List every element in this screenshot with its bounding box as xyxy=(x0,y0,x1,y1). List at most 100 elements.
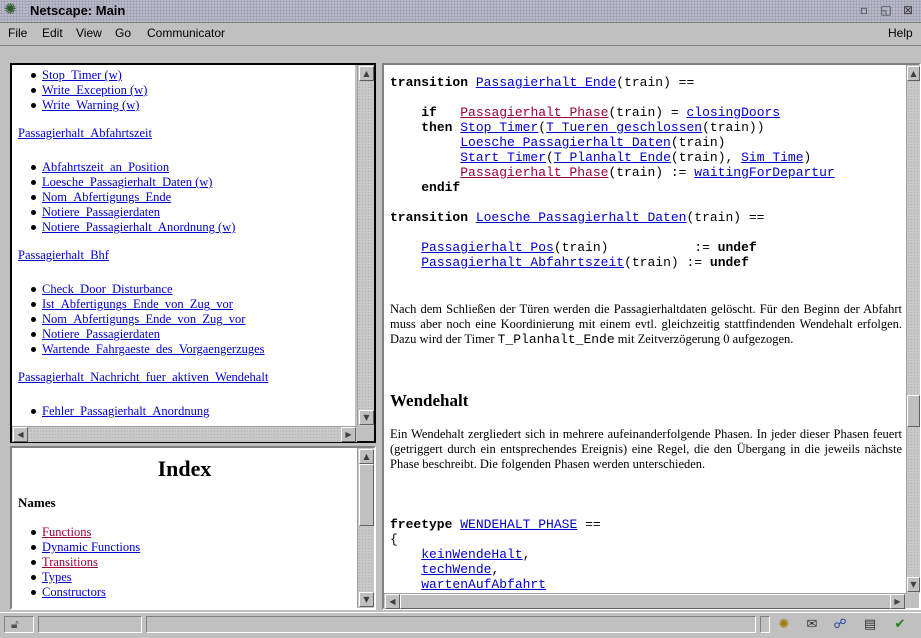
menu-file[interactable]: File xyxy=(8,26,27,40)
toc-link[interactable]: Notiere_Passagierdaten xyxy=(42,327,160,341)
inline-code: T_Planhalt_Ende xyxy=(497,332,615,347)
maximize-icon[interactable]: ◱ xyxy=(879,3,893,17)
list-item: Nom_Abfertigungs_Ende_von_Zug_vor xyxy=(31,312,355,327)
discussion-icon[interactable]: ☍ xyxy=(831,617,849,633)
code-link[interactable]: waitingForDepartur xyxy=(694,165,834,180)
freetype-name-link[interactable]: WENDEHALT_PHASE xyxy=(460,517,577,532)
scroll-thumb[interactable] xyxy=(907,395,920,427)
keyword: undef xyxy=(717,240,757,255)
list-item: Notiere_Passagierhalt_Anordnung (w) xyxy=(31,220,355,235)
index-vertical-scrollbar[interactable]: ▲ ▼ xyxy=(357,448,374,608)
list-item: Notiere_Passagierdaten xyxy=(31,327,355,342)
scroll-right-icon[interactable]: ▶ xyxy=(341,427,356,442)
code-link[interactable]: techWende xyxy=(421,562,491,577)
toc-link[interactable]: Check_Door_Disturbance xyxy=(42,282,173,296)
index-link-functions[interactable]: Functions xyxy=(42,525,91,539)
toc-link[interactable]: Notiere_Passagierhalt_Anordnung (w) xyxy=(42,220,235,234)
toc-link[interactable]: Nom_Abfertigungs_Ende_von_Zug_vor xyxy=(42,312,245,326)
toc-link[interactable]: Write_Exception (w) xyxy=(42,83,147,97)
toc-link[interactable]: Write_Warning (w) xyxy=(42,98,139,112)
freetype-wendehalt-phase: freetype WENDEHALT_PHASE == { keinWendeH… xyxy=(390,517,601,592)
paragraph-door-closing: Nach dem Schließen der Türen werden die … xyxy=(390,302,902,347)
scroll-up-icon[interactable]: ▲ xyxy=(907,66,920,81)
index-link-dynamic-functions[interactable]: Dynamic Functions xyxy=(42,540,140,554)
toc-link[interactable]: Fehler_Passagierhalt_Anordnung xyxy=(42,404,209,418)
title-bar[interactable]: ✺ Netscape: Main ▫ ◱ ⊠ xyxy=(0,0,921,23)
close-icon[interactable]: ⊠ xyxy=(901,3,915,17)
security-cell[interactable]: 🔓︎ xyxy=(4,616,34,633)
composer-icon[interactable]: ▤ xyxy=(861,617,879,633)
main-horizontal-scrollbar[interactable]: ◀ ▶ xyxy=(384,593,906,609)
code-link[interactable]: Loesche_Passagierhalt_Daten xyxy=(460,135,671,150)
transition-name-link[interactable]: Passagierhalt_Ende xyxy=(476,75,616,90)
code-link[interactable]: Passagierhalt_Phase xyxy=(460,105,608,120)
list-item: Loesche_Passagierhalt_Daten (w) xyxy=(31,175,355,190)
toc-horizontal-scrollbar[interactable]: ◀ ▶ xyxy=(12,426,357,442)
code-link[interactable]: T_Tueren_geschlossen xyxy=(546,120,702,135)
mail-icon[interactable]: ✉ xyxy=(803,617,821,633)
code-link[interactable]: closingDoors xyxy=(686,105,780,120)
toc-group-3: Check_Door_Disturbance Ist_Abfertigungs_… xyxy=(12,282,355,357)
toc-group-4: Fehler_Passagierhalt_Anordnung xyxy=(12,404,355,419)
menu-edit[interactable]: Edit xyxy=(42,26,63,40)
scroll-right-icon[interactable]: ▶ xyxy=(890,594,905,609)
netscape-icon[interactable]: ✺ xyxy=(775,617,793,633)
main-vertical-scrollbar[interactable]: ▲ ▼ xyxy=(906,65,920,593)
index-link-transitions[interactable]: Transitions xyxy=(42,555,98,569)
toc-link[interactable]: Notiere_Passagierdaten xyxy=(42,205,160,219)
toc-vertical-scrollbar[interactable]: ▲ ▼ xyxy=(357,65,374,426)
list-item: Wartende_Fahrgaeste_des_Vorgaengerzuges xyxy=(31,342,355,357)
index-link-types[interactable]: Types xyxy=(42,570,72,584)
menu-communicator[interactable]: Communicator xyxy=(147,26,225,40)
index-link-constructors[interactable]: Constructors xyxy=(42,585,106,599)
minimize-icon[interactable]: ▫ xyxy=(857,3,871,17)
toc-link[interactable]: Stop_Timer (w) xyxy=(42,68,122,82)
code-link[interactable]: Passagierhalt_Abfahrtszeit xyxy=(421,255,624,270)
names-heading: Names xyxy=(18,495,56,510)
code-link[interactable]: T_Planhalt_Ende xyxy=(554,150,671,165)
code-link[interactable]: Stop_Timer xyxy=(460,120,538,135)
scroll-down-icon[interactable]: ▼ xyxy=(907,577,920,592)
scroll-thumb[interactable] xyxy=(359,464,374,526)
menu-help[interactable]: Help xyxy=(888,26,913,40)
scroll-up-icon[interactable]: ▲ xyxy=(359,66,374,81)
code-text: (train), xyxy=(670,150,742,165)
toc-section-link[interactable]: Passagierhalt_Bhf xyxy=(18,248,109,262)
toc-section-link[interactable]: Passagierhalt_Abfahrtszeit xyxy=(18,126,152,140)
toc-link[interactable]: Abfahrtszeit_an_Position xyxy=(42,160,169,174)
scroll-left-icon[interactable]: ◀ xyxy=(385,594,400,609)
transition-name-link[interactable]: Loesche_Passagierhalt_Daten xyxy=(476,210,687,225)
toc-link[interactable]: Ist_Abfertigungs_Ende_von_Zug_vor xyxy=(42,297,233,311)
menu-view[interactable]: View xyxy=(76,26,102,40)
code-text: (train) xyxy=(670,135,726,150)
status-bar: 🔓︎ ✺ ✉ ☍ ▤ ✔ xyxy=(0,612,921,638)
scroll-up-icon[interactable]: ▲ xyxy=(359,449,374,464)
code-text: , xyxy=(522,547,531,562)
code-link[interactable]: Passagierhalt_Pos xyxy=(421,240,554,255)
lock-icon[interactable]: 🔓︎ xyxy=(11,617,19,632)
code-text: (train) == xyxy=(686,210,765,225)
code-text: (train) = xyxy=(608,105,687,120)
code-link[interactable]: Sim_Time xyxy=(741,150,803,165)
code-link[interactable]: Start_Timer xyxy=(460,150,546,165)
scroll-left-icon[interactable]: ◀ xyxy=(13,427,28,442)
transition-passagierhalt-ende: transition Passagierhalt_Ende(train) == … xyxy=(390,75,835,195)
bookmark-check-icon[interactable]: ✔ xyxy=(891,617,909,633)
main-content-frame: transition Passagierhalt_Ende(train) == … xyxy=(384,65,906,593)
code-text: (train) == xyxy=(616,75,695,90)
toc-link[interactable]: Nom_Abfertigungs_Ende xyxy=(42,190,171,204)
scroll-down-icon[interactable]: ▼ xyxy=(359,592,374,607)
component-bar-grip[interactable] xyxy=(760,616,770,633)
list-item: Dynamic Functions xyxy=(31,540,357,555)
code-link[interactable]: wartenAufAbfahrt xyxy=(421,577,546,592)
scroll-thumb[interactable] xyxy=(400,594,892,609)
toc-section-link[interactable]: Passagierhalt_Nachricht_fuer_aktiven_Wen… xyxy=(18,370,268,384)
toc-link[interactable]: Loesche_Passagierhalt_Daten (w) xyxy=(42,175,212,189)
netscape-app-icon: ✺ xyxy=(4,1,17,18)
code-link[interactable]: Passagierhalt_Phase xyxy=(460,165,608,180)
menu-go[interactable]: Go xyxy=(115,26,131,40)
code-link[interactable]: keinWendeHalt xyxy=(421,547,522,562)
code-text: == xyxy=(577,517,601,532)
scroll-down-icon[interactable]: ▼ xyxy=(359,410,374,425)
toc-link[interactable]: Wartende_Fahrgaeste_des_Vorgaengerzuges xyxy=(42,342,265,356)
